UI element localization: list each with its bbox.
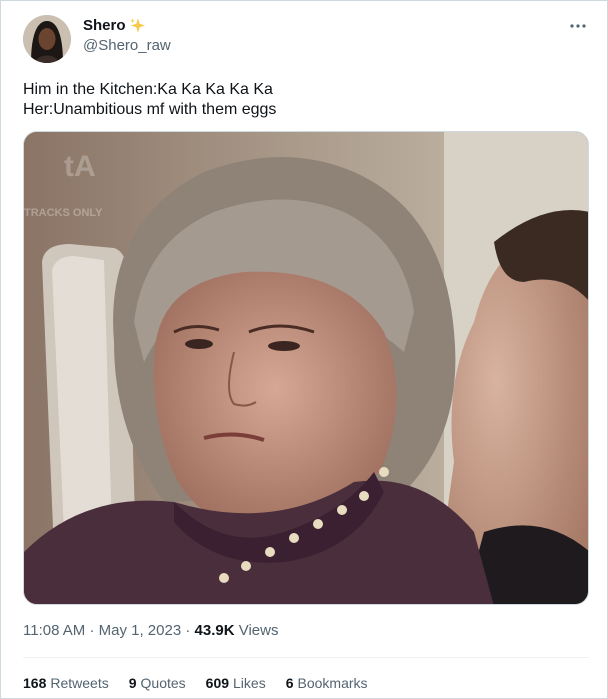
avatar[interactable] [23, 15, 71, 63]
tweet-text-line: Him in the Kitchen:Ka Ka Ka Ka Ka [23, 81, 273, 98]
retweets-label: Retweets [50, 675, 109, 691]
quotes-stat[interactable]: 9 Quotes [129, 675, 186, 691]
author-block: Shero @Shero_raw [83, 17, 171, 54]
photo-watermark: TRACKS ONLY [24, 207, 103, 219]
sparkle-icon [129, 17, 146, 34]
quotes-count: 9 [128, 675, 137, 691]
separator-dot: · [185, 622, 191, 639]
retweets-count: 168 [23, 675, 47, 691]
likes-label: Likes [233, 675, 266, 691]
bookmarks-label: Bookmarks [297, 675, 368, 691]
bookmarks-count: 6 [285, 675, 294, 691]
tweet-date[interactable]: May 1, 2023 [99, 622, 182, 639]
tweet-text-line: Her:Unambitious mf with them eggs [23, 101, 277, 118]
quotes-label: Quotes [140, 675, 186, 691]
separator-dot: · [89, 622, 95, 639]
tweet-photo[interactable]: tA TRACKS ONLY [23, 131, 589, 605]
divider [23, 657, 589, 658]
photo-image: tA TRACKS ONLY [24, 132, 588, 604]
avatar-image [23, 15, 71, 63]
likes-count: 609 [205, 675, 230, 691]
views-count: 43.9K [194, 622, 235, 639]
bookmarks-stat[interactable]: 6 Bookmarks [286, 675, 368, 691]
views-label: Views [238, 622, 279, 639]
tweet-card: Shero @Shero_raw Him in the Kitchen:Ka K… [0, 0, 608, 699]
ellipsis-icon [570, 24, 586, 28]
tweet-metadata: 11:08 AM · May 1, 2023 · 43.9K Views [23, 622, 278, 639]
tweet-time[interactable]: 11:08 AM [23, 622, 85, 639]
author-handle[interactable]: @Shero_raw [83, 37, 171, 54]
display-name[interactable]: Shero [83, 17, 126, 34]
tweet-text: Him in the Kitchen:Ka Ka Ka Ka Ka Her:Un… [23, 80, 583, 120]
likes-stat[interactable]: 609 Likes [206, 675, 266, 691]
more-options-button[interactable] [567, 15, 589, 37]
svg-text:tA: tA [64, 150, 96, 183]
engagement-stats: 168 Retweets 9 Quotes 609 Likes 6 Bookmarks [23, 675, 368, 691]
name-row: Shero [83, 17, 171, 34]
tweet-header: Shero @Shero_raw [23, 15, 589, 63]
retweets-stat[interactable]: 168 Retweets [23, 675, 109, 691]
